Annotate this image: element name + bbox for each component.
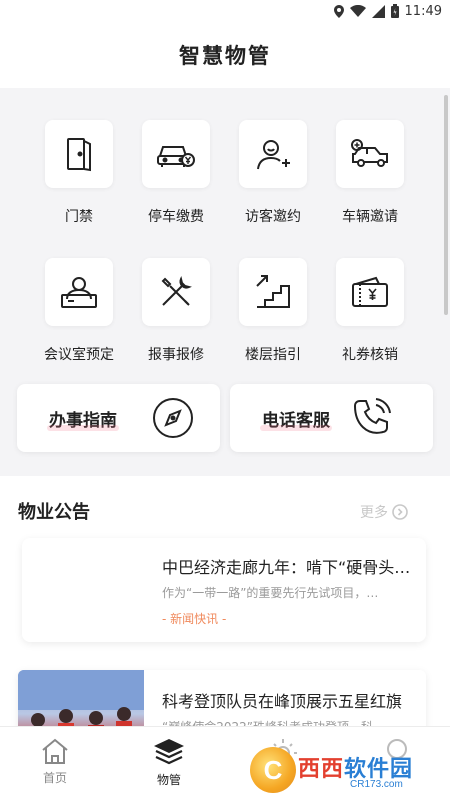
news-card[interactable]: 中巴经济走廊九年：啃下“硬骨头”… 作为“一带一路”的重要先行先试项目，… - … bbox=[22, 538, 426, 642]
home-icon bbox=[42, 738, 68, 764]
battery-icon bbox=[390, 4, 399, 18]
status-bar: 11:49 bbox=[0, 0, 450, 22]
page-title: 智慧物管 bbox=[179, 44, 271, 68]
car-payment-icon bbox=[157, 146, 195, 167]
customer-service-card[interactable]: 电话客服 bbox=[230, 384, 433, 452]
section-title: 物业公告 bbox=[18, 502, 90, 523]
wifi-icon bbox=[349, 5, 366, 17]
service-floor-guide[interactable]: 楼层指引 bbox=[218, 258, 328, 388]
news-desc: 作为“一带一路”的重要先行先试项目，… bbox=[162, 586, 379, 600]
service-label: 门禁 bbox=[65, 209, 93, 225]
door-tile[interactable] bbox=[45, 120, 113, 188]
service-label: 礼券核销 bbox=[342, 347, 398, 363]
door-icon bbox=[67, 138, 91, 172]
service-label: 报事报修 bbox=[148, 347, 204, 363]
scrollbar[interactable] bbox=[444, 95, 448, 315]
service-label: 车辆邀请 bbox=[342, 209, 398, 225]
tab-home[interactable]: 首页 bbox=[10, 737, 100, 797]
service-label: 访客邀约 bbox=[245, 209, 301, 225]
service-label: 会议室预定 bbox=[44, 347, 114, 363]
phone-icon bbox=[353, 398, 391, 434]
news-title: 科考登顶队员在峰顶展示五星红旗 bbox=[162, 692, 403, 711]
header: 智慧物管 bbox=[0, 22, 450, 88]
watermark-brand-a: 西西 bbox=[298, 756, 345, 782]
ticket-icon bbox=[352, 276, 388, 307]
guide-card[interactable]: 办事指南 bbox=[17, 384, 220, 452]
watermark-domain: CR173.com bbox=[350, 778, 403, 790]
service-vehicle-invite[interactable]: 车辆邀请 bbox=[315, 120, 425, 250]
service-repair[interactable]: 报事报修 bbox=[121, 258, 231, 388]
news-title: 中巴经济走廊九年：啃下“硬骨头”… bbox=[162, 558, 414, 577]
status-time: 11:49 bbox=[404, 3, 442, 19]
floor-tile[interactable] bbox=[239, 258, 307, 326]
service-coupon[interactable]: 礼券核销 bbox=[315, 258, 425, 388]
customer-service-label: 电话客服 bbox=[260, 406, 332, 431]
guide-label: 办事指南 bbox=[47, 406, 119, 431]
compass-icon bbox=[153, 398, 193, 438]
service-visitor-invite[interactable]: 访客邀约 bbox=[218, 120, 328, 250]
repair-tools-icon bbox=[161, 276, 192, 306]
layers-icon bbox=[154, 739, 184, 765]
service-label: 楼层指引 bbox=[245, 347, 301, 363]
service-label: 停车缴费 bbox=[148, 209, 204, 225]
more-label: 更多 bbox=[360, 505, 388, 521]
location-icon bbox=[333, 4, 344, 18]
chevron-right-circle-icon bbox=[392, 504, 408, 520]
meeting-room-icon bbox=[61, 277, 97, 308]
add-car-icon bbox=[351, 139, 388, 167]
service-parking-payment[interactable]: 停车缴费 bbox=[121, 120, 231, 250]
service-meeting-room[interactable]: 会议室预定 bbox=[24, 258, 134, 388]
news-tag: - 新闻快讯 - bbox=[162, 612, 227, 626]
stairs-icon bbox=[256, 275, 290, 308]
add-visitor-icon bbox=[257, 140, 290, 170]
tab-label: 首页 bbox=[42, 771, 67, 785]
parking-tile[interactable] bbox=[142, 120, 210, 188]
tab-property[interactable]: 物管 bbox=[124, 737, 214, 797]
repair-tile[interactable] bbox=[142, 258, 210, 326]
site-watermark: C 西西软件园 CR173.com bbox=[250, 745, 450, 795]
service-door-access[interactable]: 门禁 bbox=[24, 120, 134, 250]
signal-icon bbox=[371, 4, 385, 18]
coupon-tile[interactable] bbox=[336, 258, 404, 326]
vehicle-tile[interactable] bbox=[336, 120, 404, 188]
watermark-logo: C bbox=[250, 747, 296, 793]
more-link[interactable]: 更多 bbox=[360, 502, 408, 522]
tab-label: 物管 bbox=[156, 773, 181, 787]
visitor-tile[interactable] bbox=[239, 120, 307, 188]
meeting-tile[interactable] bbox=[45, 258, 113, 326]
